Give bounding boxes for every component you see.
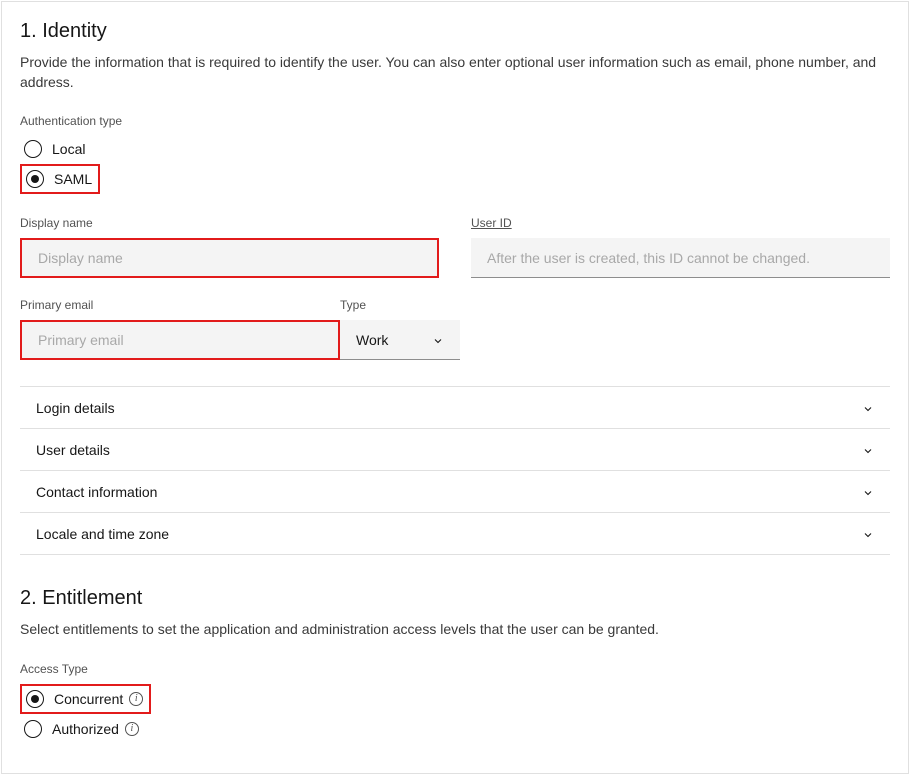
radio-icon: [26, 690, 44, 708]
primary-email-input[interactable]: [20, 320, 340, 360]
user-id-input[interactable]: [471, 238, 890, 278]
access-type-radio-group: Concurrent i Authorized i: [20, 684, 151, 742]
chevron-down-icon: [432, 334, 444, 346]
auth-type-label: Authentication type: [20, 114, 890, 128]
chevron-down-icon: [862, 402, 874, 414]
auth-type-saml-label: SAML: [54, 171, 92, 187]
accordion-label: Contact information: [36, 484, 157, 500]
radio-icon: [26, 170, 44, 188]
identity-description: Provide the information that is required…: [20, 53, 890, 92]
access-type-concurrent-option[interactable]: Concurrent i: [20, 684, 151, 714]
accordion-contact-information[interactable]: Contact information: [20, 471, 890, 513]
auth-type-local-option[interactable]: Local: [20, 136, 100, 162]
info-icon[interactable]: i: [129, 692, 143, 706]
radio-icon: [24, 720, 42, 738]
access-type-label: Access Type: [20, 662, 890, 676]
primary-email-label: Primary email: [20, 298, 340, 312]
chevron-down-icon: [862, 486, 874, 498]
accordion-user-details[interactable]: User details: [20, 429, 890, 471]
email-type-label: Type: [340, 298, 460, 312]
access-type-authorized-option[interactable]: Authorized i: [20, 716, 151, 742]
access-type-authorized-label: Authorized: [52, 721, 119, 737]
email-type-selected: Work: [356, 332, 388, 348]
accordion-locale-timezone[interactable]: Locale and time zone: [20, 513, 890, 555]
accordion-label: Login details: [36, 400, 115, 416]
accordion-label: Locale and time zone: [36, 526, 169, 542]
form-container: 1. Identity Provide the information that…: [1, 1, 909, 774]
auth-type-saml-option[interactable]: SAML: [20, 164, 100, 194]
access-type-concurrent-label: Concurrent: [54, 691, 123, 707]
chevron-down-icon: [862, 528, 874, 540]
info-icon[interactable]: i: [125, 722, 139, 736]
radio-icon: [24, 140, 42, 158]
user-id-label: User ID: [471, 216, 890, 230]
display-name-label: Display name: [20, 216, 439, 230]
identity-title: 1. Identity: [20, 20, 890, 43]
chevron-down-icon: [862, 444, 874, 456]
entitlement-title: 2. Entitlement: [20, 587, 890, 610]
email-type-select[interactable]: Work: [340, 320, 460, 360]
identity-accordion: Login details User details Contact infor…: [20, 386, 890, 555]
display-name-input[interactable]: [20, 238, 439, 278]
accordion-login-details[interactable]: Login details: [20, 387, 890, 429]
auth-type-local-label: Local: [52, 141, 85, 157]
auth-type-radio-group: Local SAML: [20, 136, 100, 194]
entitlement-description: Select entitlements to set the applicati…: [20, 620, 890, 640]
accordion-label: User details: [36, 442, 110, 458]
